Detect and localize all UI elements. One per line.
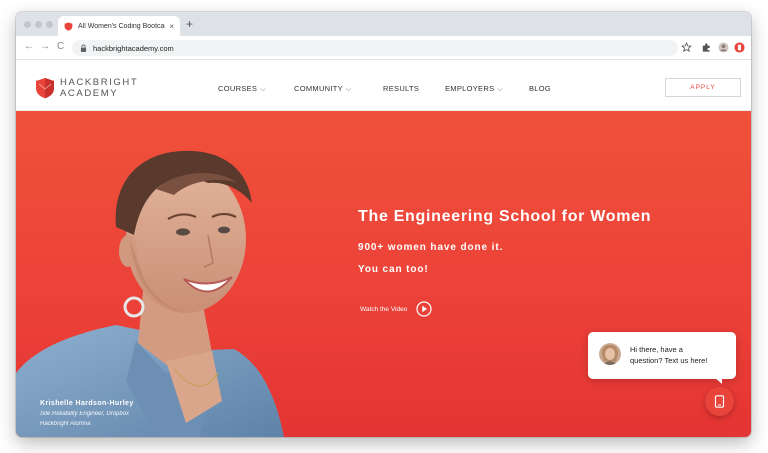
chat-text-line-2: question? Text us here!	[630, 356, 708, 365]
caption-name: Krishelle Hardson-Hurley	[40, 400, 134, 407]
profile-avatar[interactable]	[718, 42, 729, 53]
nav-employers[interactable]: EMPLOYERS ⌵	[445, 84, 503, 94]
alumna-portrait	[16, 150, 284, 437]
nav-community-label: COMMUNITY	[294, 84, 343, 93]
chat-bubble-tail	[714, 377, 722, 384]
watch-video-link[interactable]: Watch the Video	[360, 301, 432, 317]
hero-subtitle-2: You can too!	[358, 264, 429, 275]
favicon-icon	[64, 21, 73, 31]
hero-subtitle-1: 900+ women have done it.	[358, 242, 504, 253]
chevron-down-icon: ⌵	[345, 86, 352, 93]
chevron-down-icon: ⌵	[497, 86, 503, 93]
play-icon[interactable]	[416, 301, 432, 317]
brand-line-1: HACKBRIGHT	[60, 77, 139, 88]
chevron-down-icon: ⌵	[260, 86, 266, 93]
nav-blog-label: BLOG	[529, 84, 552, 93]
star-icon[interactable]	[681, 42, 692, 53]
hero-title: The Engineering School for Women	[358, 208, 652, 225]
close-window-dot[interactable]	[24, 21, 31, 28]
tab-close-icon[interactable]: ×	[169, 22, 174, 31]
extension-badge-icon[interactable]	[734, 42, 745, 53]
chat-open-button[interactable]	[705, 387, 734, 416]
maximize-window-dot[interactable]	[46, 21, 53, 28]
address-bar[interactable]: hackbrightacademy.com	[72, 40, 678, 56]
chat-text-line-1: Hi there, have a	[630, 345, 683, 354]
forward-button[interactable]: →	[40, 41, 50, 53]
reload-button[interactable]: C	[57, 41, 64, 53]
apply-button[interactable]: APPLY	[665, 78, 741, 97]
nav-blog[interactable]: BLOG	[529, 84, 551, 93]
nav-community[interactable]: COMMUNITY ⌵	[294, 84, 352, 94]
chat-bubble[interactable]: Hi there, have a question? Text us here!	[588, 332, 736, 384]
tab-strip: All Women's Coding Bootcamp × +	[16, 12, 751, 36]
new-tab-button[interactable]: +	[186, 17, 193, 31]
site-header: HACKBRIGHT ACADEMY COURSES ⌵ COMMUNITY ⌵ R…	[16, 60, 751, 111]
minimize-window-dot[interactable]	[35, 21, 42, 28]
tab-title: All Women's Coding Bootcamp	[78, 22, 166, 30]
brand-line-2: ACADEMY	[60, 88, 119, 99]
watch-video-label: Watch the Video	[360, 305, 408, 313]
back-button[interactable]: ←	[24, 41, 34, 53]
caption-note: Hackbright Alumna	[40, 421, 91, 427]
nav-results-label: RESULTS	[383, 84, 420, 93]
phone-icon	[714, 395, 725, 408]
caption-role: Site Reliability Engineer, Dropbox	[40, 411, 130, 417]
nav-results[interactable]: RESULTS	[383, 84, 419, 93]
chat-agent-avatar	[599, 343, 621, 365]
shield-logo-icon[interactable]	[35, 77, 55, 99]
browser-window: All Women's Coding Bootcamp × + ← → C ha…	[16, 12, 751, 437]
nav-employers-label: EMPLOYERS	[445, 84, 495, 93]
browser-tab[interactable]: All Women's Coding Bootcamp ×	[58, 16, 180, 36]
nav-courses-label: COURSES	[218, 84, 258, 93]
browser-toolbar: ← → C hackbrightacademy.com	[16, 36, 751, 60]
hero-section: Krishelle Hardson-Hurley Site Reliabilit…	[16, 111, 751, 437]
brand-wordmark[interactable]: HACKBRIGHT ACADEMY	[60, 77, 138, 99]
extensions-icon[interactable]	[701, 42, 712, 53]
nav-courses[interactable]: COURSES ⌵	[218, 84, 266, 94]
url-text: hackbrightacademy.com	[93, 43, 174, 53]
lock-icon	[80, 44, 87, 52]
